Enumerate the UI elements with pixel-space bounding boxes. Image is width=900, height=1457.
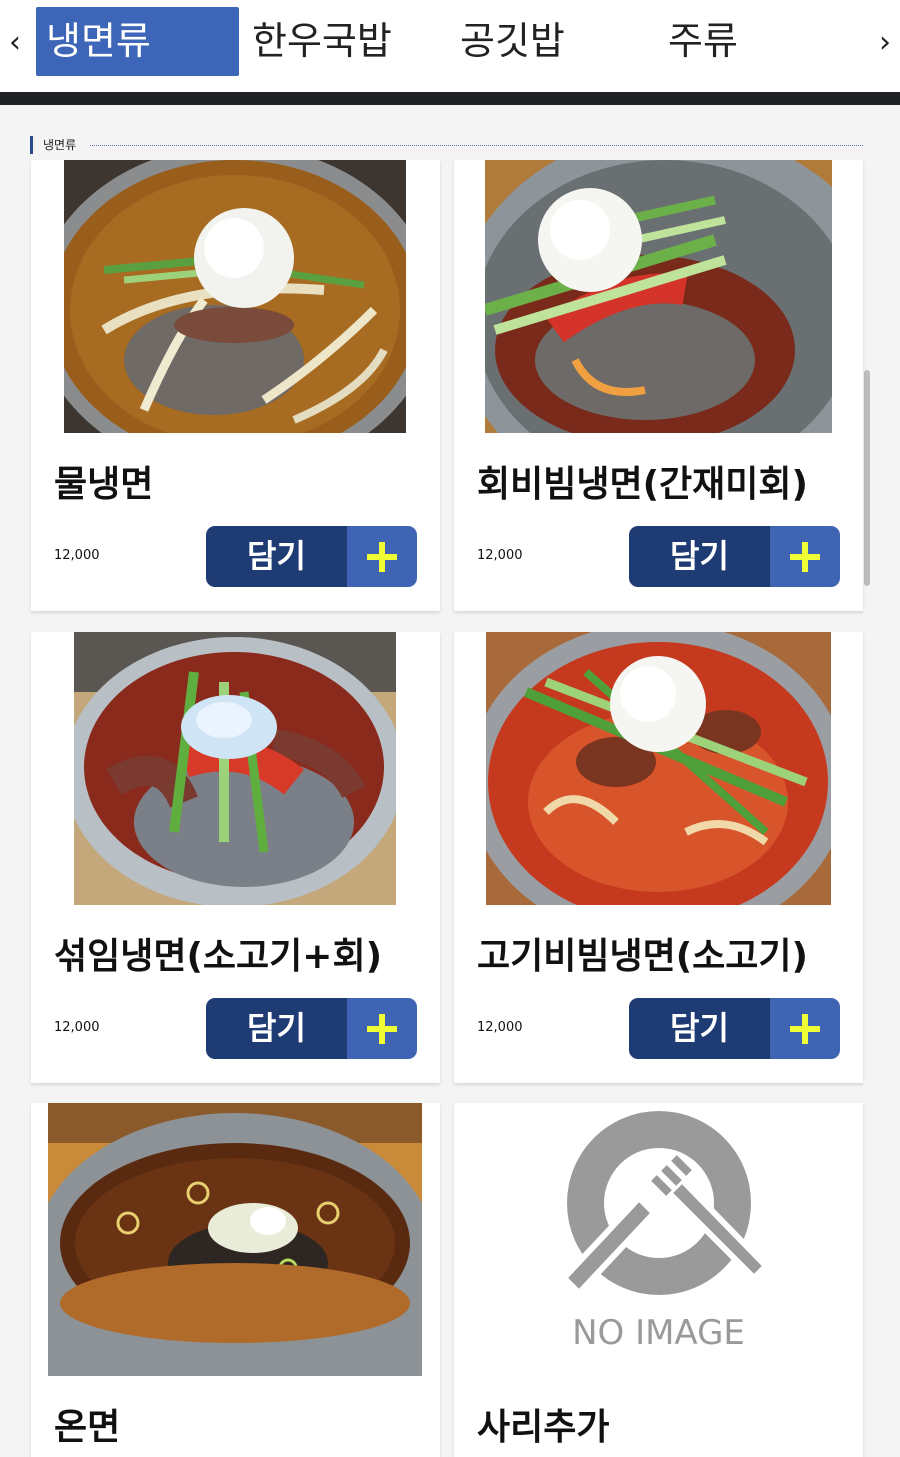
- tab-gonggibap[interactable]: 공깃밥: [460, 7, 620, 76]
- plus-icon: [347, 526, 417, 587]
- tab-hanu-gukbap[interactable]: 한우국밥: [252, 7, 412, 76]
- menu-photo-onmyeon: [48, 1103, 422, 1376]
- add-to-cart-button[interactable]: 담기: [206, 526, 417, 587]
- menu-item-price: 12,000: [54, 548, 100, 563]
- menu-item-name: 회비빔냉면(간재미회): [477, 464, 808, 505]
- no-image-label: NO IMAGE: [572, 1313, 745, 1353]
- menu-photo-gogi-bibim-naengmyeon: [486, 632, 831, 905]
- plus-icon: [347, 998, 417, 1059]
- tab-juryu[interactable]: 주류: [668, 7, 828, 76]
- menu-card[interactable]: 온면: [31, 1103, 440, 1457]
- menu-card[interactable]: 섞임냉면(소고기+회) 12,000 담기: [31, 632, 440, 1083]
- menu-item-name: 온면: [54, 1407, 121, 1448]
- plus-icon: [770, 526, 840, 587]
- menu-item-price: 12,000: [54, 1020, 100, 1035]
- menu-photo-hoe-bibim-naengmyeon: [485, 160, 832, 433]
- tab-next-arrow-icon[interactable]: ›: [870, 18, 900, 68]
- menu-photo-seokkim-naengmyeon: [74, 632, 396, 905]
- add-button-label: 담기: [206, 526, 347, 587]
- section-divider: [90, 145, 863, 146]
- menu-item-name: 사리추가: [477, 1407, 610, 1448]
- menu-item-name: 섞임냉면(소고기+회): [54, 936, 383, 977]
- menu-item-name: 고기비빔냉면(소고기): [477, 936, 808, 977]
- menu-card[interactable]: 물냉면 12,000 담기: [31, 160, 440, 611]
- menu-item-price: 12,000: [477, 548, 523, 563]
- menu-item-name: 물냉면: [54, 464, 154, 505]
- add-button-label: 담기: [629, 526, 770, 587]
- menu-photo-mul-naengmyeon: [64, 160, 406, 433]
- category-tab-bar: ‹ 냉면류 한우국밥 공깃밥 주류 ›: [0, 0, 900, 92]
- scrollbar-thumb[interactable]: [864, 370, 870, 586]
- menu-card[interactable]: NO IMAGE 사리추가: [454, 1103, 863, 1457]
- add-button-label: 담기: [629, 998, 770, 1059]
- add-button-label: 담기: [206, 998, 347, 1059]
- add-to-cart-button[interactable]: 담기: [629, 998, 840, 1059]
- add-to-cart-button[interactable]: 담기: [206, 998, 417, 1059]
- plus-icon: [770, 998, 840, 1059]
- tab-prev-arrow-icon[interactable]: ‹: [0, 18, 30, 68]
- tab-divider-bar: [0, 92, 900, 105]
- section-title: 냉면류: [30, 136, 76, 154]
- menu-card[interactable]: 고기비빔냉면(소고기) 12,000 담기: [454, 632, 863, 1083]
- add-to-cart-button[interactable]: 담기: [629, 526, 840, 587]
- tab-naengmyeon[interactable]: 냉면류: [36, 7, 239, 76]
- menu-item-price: 12,000: [477, 1020, 523, 1035]
- menu-card[interactable]: 회비빔냉면(간재미회) 12,000 담기: [454, 160, 863, 611]
